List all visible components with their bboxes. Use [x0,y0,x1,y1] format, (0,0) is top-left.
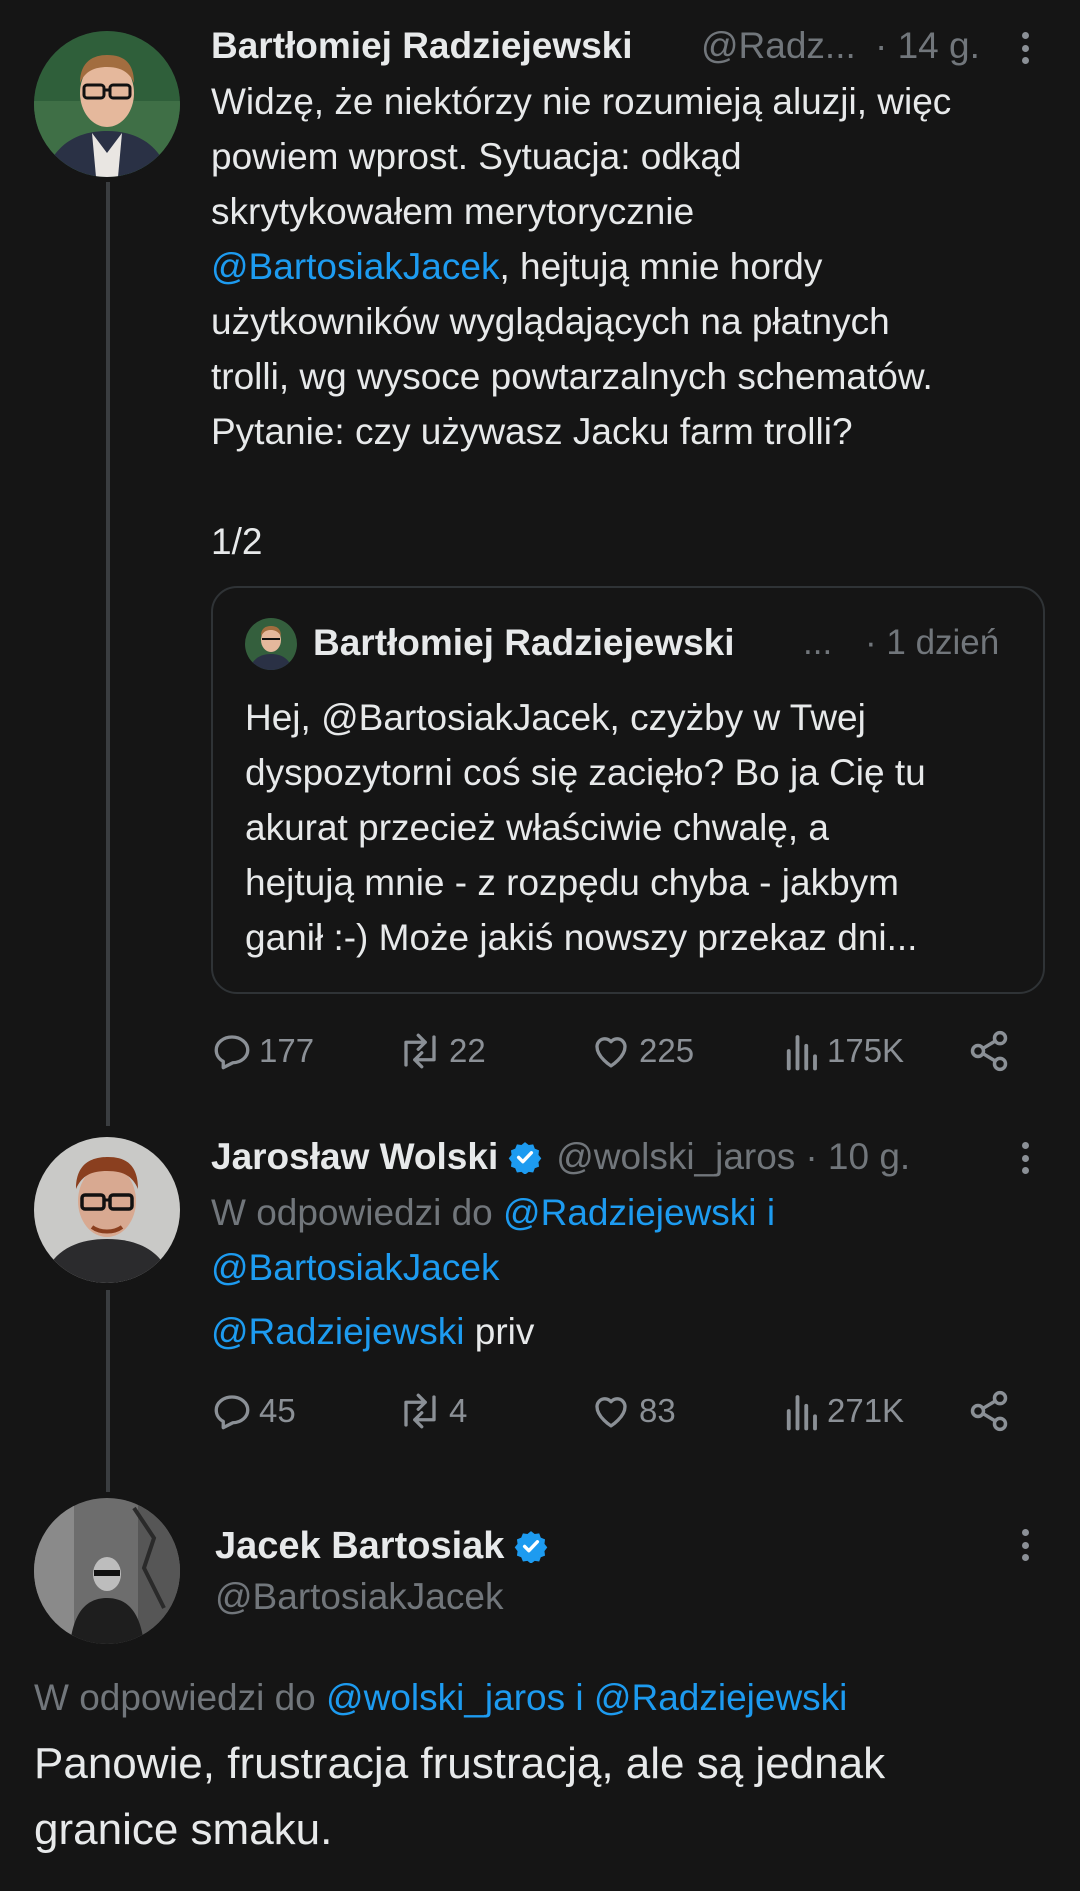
share-button[interactable] [967,1381,1017,1441]
mention-link[interactable]: @Radziejewski [211,1311,464,1352]
tweet-actions: 177 22 225 175K [211,1021,1011,1081]
thread-line [106,1290,110,1492]
reply-and: i [766,1192,776,1233]
tweet-text-line: użytkowników wyglądających na płatnych [211,294,1071,349]
repost-count: 22 [449,1032,486,1069]
more-icon[interactable] [1010,1136,1040,1180]
repost-button[interactable]: 22 [397,1021,486,1081]
reply-prefix: W odpowiedzi do [34,1677,316,1718]
more-icon[interactable] [1010,26,1040,70]
repost-count: 4 [449,1392,468,1429]
avatar [245,618,297,670]
tweet-text: Widzę, że niektórzy nie rozumieją aluzji… [211,74,1071,569]
mention-link[interactable]: @Radziejewski [594,1677,847,1718]
views-button[interactable]: 271K [781,1381,904,1441]
tweet-text-segment: użytkowników wyglądających na płatnych [211,301,890,342]
quoted-text-line: hejtują mnie - z rozpędu chyba - jakbym [245,862,899,903]
thread-line [106,182,110,1126]
tweet-text-content: priv [464,1311,535,1352]
quoted-tweet-time: · 1 dzień [865,623,1000,662]
repost-icon [404,1393,436,1429]
share-icon [970,1030,1008,1072]
mention-link[interactable]: @Radziejewski [503,1192,756,1233]
quoted-text-line: Hej, @BartosiakJacek, czyżby w Twej [245,697,866,738]
mention-link[interactable]: @BartosiakJacek [211,1247,499,1288]
verified-icon [515,1531,548,1563]
author-name[interactable]: Jacek Bartosiak [215,1525,504,1567]
tweet-text-segment: Pytanie: czy używasz Jacku farm trolli? [211,411,853,452]
tweet-text: Panowie, frustracja frustracją, ale są j… [34,1731,1064,1863]
reply-and: i [575,1677,584,1718]
tweet-text-line: granice smaku. [34,1805,333,1854]
like-count: 83 [639,1392,676,1429]
views-icon [786,1395,817,1431]
like-count: 225 [639,1032,695,1069]
views-count: 271K [827,1392,905,1429]
like-button[interactable]: 83 [589,1381,676,1441]
tweet-text-line: skrytykowałem merytorycznie [211,184,1071,239]
tweet-header: Jarosław Wolski @wolski_jaros · 10 g. [211,1132,910,1190]
repost-button[interactable]: 4 [397,1381,467,1441]
tweet-text-line: Panowie, frustracja frustracją, ale są j… [34,1739,886,1788]
share-button[interactable] [967,1021,1017,1081]
tweet-text-line: Pytanie: czy używasz Jacku farm trolli? [211,404,1071,459]
author-handle[interactable]: @Radz... [701,22,856,70]
tweet-text-segment: trolli, wg wysoce powtarzalnych schemató… [211,356,933,397]
reply-context: W odpowiedzi do @wolski_jaros i @Radziej… [34,1673,847,1723]
avatar[interactable] [34,31,180,177]
mention-link[interactable]: @wolski_jaros [326,1677,565,1718]
quoted-tweet[interactable]: Bartłomiej Radziejewski ... · 1 dzień He… [211,586,1045,994]
tweet-text-line: powiem wprost. Sytuacja: odkąd [211,129,1071,184]
tweet-text-segment: powiem wprost. Sytuacja: odkąd [211,136,742,177]
quoted-tweet-text: Hej, @BartosiakJacek, czyżby w Twej dyspo… [245,690,1035,965]
tweet-actions: 45 4 83 271K [211,1381,1011,1441]
tweet-text-line: @BartosiakJacek, hejtują mnie hordy [211,239,1071,294]
mention-link[interactable]: @BartosiakJacek [211,246,499,287]
tweet-time[interactable]: · 10 g. [805,1136,910,1177]
share-icon [970,1390,1008,1432]
like-icon [595,1397,627,1428]
author-handle[interactable]: @BartosiakJacek [215,1572,503,1622]
views-button[interactable]: 175K [781,1021,904,1081]
views-icon [786,1035,817,1071]
like-button[interactable]: 225 [589,1021,694,1081]
reply-count: 45 [259,1392,296,1429]
avatar[interactable] [34,1498,180,1644]
avatar[interactable] [34,1137,180,1283]
like-icon [595,1037,627,1068]
tweet-text-segment: , hejtują mnie hordy [499,246,823,287]
tweet-text: @Radziejewski priv [211,1304,534,1359]
reply-icon [214,1035,250,1070]
quoted-author-name: Bartłomiej Radziejewski [313,622,735,663]
tweet-text-segment: skrytykowałem merytorycznie [211,191,695,232]
quoted-text-line: dyspozytorni coś się zacięło? Bo ja Cię … [245,752,926,793]
quoted-text-line: ganił :-) Może jakiś nowszy przekaz dni.… [245,917,918,958]
quoted-author-ellipsis: ... [803,623,833,662]
tweet-header: Jacek Bartosiak [215,1521,548,1579]
more-icon[interactable] [1010,1523,1040,1567]
author-name[interactable]: Bartłomiej Radziejewski [211,22,633,70]
quoted-text-line: akurat przecież właściwie chwalę, a [245,807,830,848]
reply-context: W odpowiedzi do @Radziejewski i @Bartosi… [211,1185,1071,1295]
views-count: 175K [827,1032,905,1069]
tweet-text-line [211,459,1071,514]
reply-prefix: W odpowiedzi do [211,1192,493,1233]
tweet-time[interactable]: · 14 g. [875,22,980,70]
reply-icon [214,1395,250,1430]
verified-icon [508,1142,542,1174]
author-handle[interactable]: @wolski_jaros [556,1136,795,1177]
tweet-text-line: trolli, wg wysoce powtarzalnych schemató… [211,349,1071,404]
tweet-text-line: 1/2 [211,514,1071,569]
reply-count: 177 [259,1032,315,1069]
reply-button[interactable]: 177 [211,1021,314,1081]
author-name[interactable]: Jarosław Wolski [211,1136,498,1177]
tweet-text-line: Widzę, że niektórzy nie rozumieją aluzji… [211,74,1071,129]
tweet-text-segment: 1/2 [211,521,263,562]
reply-button[interactable]: 45 [211,1381,296,1441]
tweet-text-segment: Widzę, że niektórzy nie rozumieją aluzji… [211,81,952,122]
repost-icon [404,1033,436,1069]
